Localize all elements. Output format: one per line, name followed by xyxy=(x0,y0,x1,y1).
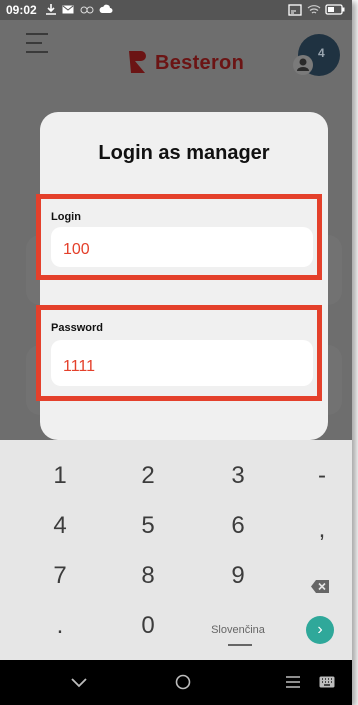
numeric-keyboard: 1 2 3 - 4 5 6 , 7 8 9 . 0 Slovenčina › xyxy=(0,440,352,660)
key-6[interactable]: 6 xyxy=(208,512,268,540)
key-dot[interactable]: . xyxy=(30,612,90,640)
home-circle-icon[interactable] xyxy=(175,674,191,690)
login-input[interactable]: 100 xyxy=(51,227,313,267)
go-arrow-icon: › xyxy=(317,621,323,638)
user-avatar[interactable]: 4 xyxy=(293,34,340,76)
besteron-logo-icon xyxy=(129,51,146,73)
key-2[interactable]: 2 xyxy=(118,462,178,490)
menu-icon[interactable] xyxy=(26,33,48,60)
sync-icon xyxy=(80,6,94,14)
cast-icon xyxy=(288,4,302,16)
status-bar: 09:02 xyxy=(0,0,352,20)
key-7[interactable]: 7 xyxy=(30,562,90,590)
login-field-highlight: Login 100 xyxy=(36,194,322,280)
keyboard-icon[interactable] xyxy=(319,676,335,688)
login-label: Login xyxy=(51,211,81,223)
login-dialog: Login as manager Login 100 Password 1111 xyxy=(36,112,328,440)
battery-icon xyxy=(325,4,345,15)
mail-icon xyxy=(62,5,74,14)
go-button[interactable]: › xyxy=(306,616,334,644)
password-input[interactable]: 1111 xyxy=(51,340,313,386)
key-3[interactable]: 3 xyxy=(208,462,268,490)
language-underline xyxy=(228,644,252,646)
key-4[interactable]: 4 xyxy=(30,512,90,540)
password-label: Password xyxy=(51,322,103,334)
key-comma[interactable]: , xyxy=(292,516,352,544)
backspace-icon[interactable] xyxy=(311,580,329,593)
key-5[interactable]: 5 xyxy=(118,512,178,540)
wifi-icon xyxy=(307,5,321,14)
cloud-icon xyxy=(99,4,113,14)
download-icon xyxy=(46,4,56,15)
key-9[interactable]: 9 xyxy=(208,562,268,590)
brand-name: Besteron xyxy=(155,52,245,74)
key-1[interactable]: 1 xyxy=(30,462,90,490)
language-switch[interactable]: Slovenčina xyxy=(208,624,268,636)
menu-icon[interactable] xyxy=(286,676,300,688)
chevron-down-icon[interactable] xyxy=(71,678,87,688)
dialog-title: Login as manager xyxy=(98,142,270,164)
navigation-bar xyxy=(0,660,352,705)
key-8[interactable]: 8 xyxy=(118,562,178,590)
user-icon xyxy=(293,55,313,75)
phone-screen: 09:02 Besteron 4 Login as manager Login … xyxy=(0,0,352,705)
notification-count: 4 xyxy=(318,46,325,60)
key-0[interactable]: 0 xyxy=(118,612,178,640)
status-time: 09:02 xyxy=(6,3,37,17)
password-field-highlight: Password 1111 xyxy=(36,305,322,401)
key-minus[interactable]: - xyxy=(292,462,352,490)
